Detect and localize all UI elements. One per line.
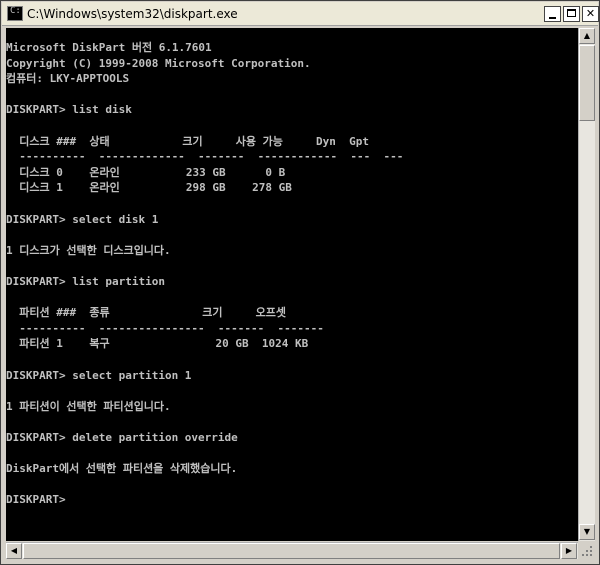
console-line: DISKPART> — [6, 493, 66, 507]
vertical-scroll-thumb[interactable] — [579, 45, 595, 121]
window-title: C:\Windows\system32\diskpart.exe — [27, 7, 238, 21]
scroll-right-button[interactable]: ▶ — [561, 543, 577, 559]
console-app-icon: C: — [7, 6, 23, 21]
console-line: 파티션 1 복구 20 GB 1024 KB — [6, 337, 309, 351]
scroll-left-button[interactable]: ◀ — [6, 543, 22, 559]
maximize-button[interactable] — [563, 6, 580, 22]
console-line: 디스크 1 온라인 298 GB 278 GB — [6, 181, 292, 195]
console-line: DISKPART> delete partition override — [6, 431, 238, 444]
maximize-icon — [567, 9, 576, 17]
console-line: DISKPART> list partition — [6, 275, 165, 288]
console-line: 파티션 ### 종류 크기 오프셋 — [6, 306, 287, 320]
console-line: 디스크 0 온라인 233 GB 0 B — [6, 165, 286, 179]
console-line: ---------- ---------------- ------- ----… — [6, 321, 324, 335]
console-line: DISKPART> select disk 1 — [6, 212, 159, 226]
scroll-down-button[interactable]: ▼ — [579, 524, 595, 540]
resize-grip-icon[interactable] — [578, 542, 595, 559]
console-line: 컴퓨터: LKY-APPTOOLS — [6, 72, 130, 86]
console-window: C: C:\Windows\system32\diskpart.exe ✕ Mi… — [0, 0, 600, 565]
console-line: 1 디스크가 선택한 디스크입니다. — [6, 243, 171, 257]
scroll-up-button[interactable]: ▲ — [579, 28, 595, 44]
console-line: ---------- ------------- ------- -------… — [6, 150, 404, 164]
horizontal-scrollbar[interactable]: ◀ ▶ — [6, 542, 578, 559]
console-line: 1 파티션이 선택한 파티션입니다. — [6, 399, 171, 413]
console-line: DiskPart에서 선택한 파티션을 삭제했습니다. — [6, 462, 238, 476]
console-line: Copyright (C) 1999-2008 Microsoft Corpor… — [6, 56, 311, 70]
vertical-scrollbar[interactable]: ▲ ▼ — [578, 28, 595, 541]
console-output[interactable]: Microsoft DiskPart 버전 6.1.7601 Copyright … — [6, 28, 578, 541]
console-line: DISKPART> list disk — [6, 103, 132, 117]
console-line: DISKPART> select partition 1 — [6, 368, 192, 382]
close-button[interactable]: ✕ — [582, 6, 599, 22]
console-line: Microsoft DiskPart 버전 6.1.7601 — [6, 41, 212, 54]
horizontal-scroll-thumb[interactable] — [23, 543, 560, 559]
minimize-button[interactable] — [544, 6, 561, 22]
console-line: 디스크 ### 상태 크기 사용 가능 Dyn Gpt — [6, 134, 369, 148]
minimize-icon — [549, 17, 556, 19]
title-bar[interactable]: C: C:\Windows\system32\diskpart.exe ✕ — [2, 2, 599, 26]
